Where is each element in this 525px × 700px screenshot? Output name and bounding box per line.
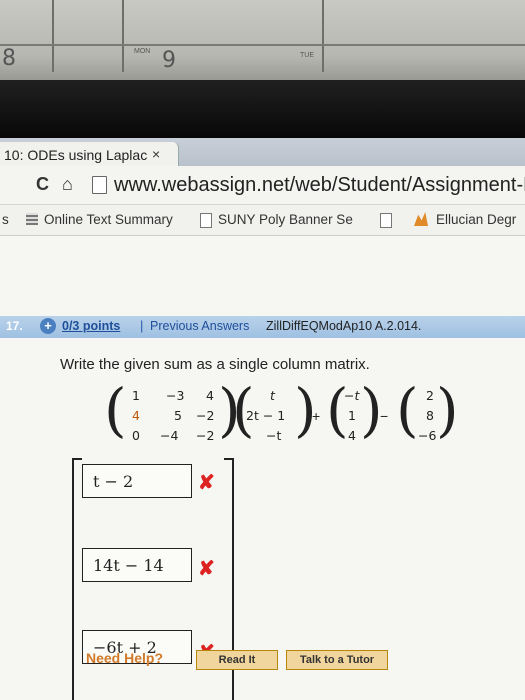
home-icon[interactable]: ⌂ <box>62 174 73 195</box>
calendar-line <box>122 0 124 72</box>
calendar-label: MON <box>134 48 151 55</box>
answer-input-1[interactable]: t − 2 <box>82 464 192 498</box>
wrong-icon: ✘ <box>198 558 215 580</box>
calendar-line <box>0 44 525 46</box>
bookmark-ellucian[interactable]: Ellucian Degr <box>436 212 516 227</box>
monitor-bezel <box>0 80 525 138</box>
close-icon[interactable]: × <box>152 146 160 162</box>
tab-webassign[interactable]: 10: ODEs using Laplac × <box>0 142 179 166</box>
matrix-cell: 0 <box>132 428 140 443</box>
vector-cell: 8 <box>426 408 434 423</box>
vector-cell: −t <box>266 428 282 443</box>
matrix-cell: −2 <box>196 428 215 443</box>
bookmark-online-text-summary[interactable]: Online Text Summary <box>44 212 173 227</box>
reload-icon[interactable]: C <box>36 174 49 195</box>
answer-value: 14t − 14 <box>93 556 164 575</box>
matrix-cell: 5 <box>174 408 182 423</box>
talk-to-tutor-button[interactable]: Talk to a Tutor <box>286 650 388 670</box>
vector-cell: 2 <box>426 388 434 403</box>
vector-cell: −6 <box>418 428 437 443</box>
matrix-cell: 1 <box>132 388 140 403</box>
matrix-cell: 4 <box>206 388 214 403</box>
left-paren: ( <box>396 376 419 444</box>
vector-cell: −t <box>344 388 360 403</box>
bookmark-suny-poly-banner[interactable]: SUNY Poly Banner Se <box>218 212 353 227</box>
bookmark-cut: s <box>2 212 9 227</box>
apps-icon <box>26 213 38 225</box>
previous-answers-link[interactable]: Previous Answers <box>150 319 249 333</box>
calendar-label: TUE <box>300 52 314 59</box>
answer-value: t − 2 <box>93 472 134 491</box>
address-bar[interactable]: www.webassign.net/web/Student/Assignment… <box>114 174 525 197</box>
answer-input-2[interactable]: 14t − 14 <box>82 548 192 582</box>
question-number: 17. <box>6 319 23 333</box>
bookmarks-bar: s Online Text Summary SUNY Poly Banner S… <box>0 205 525 236</box>
calendar-number: 9 <box>162 48 176 73</box>
separator: | <box>140 318 144 333</box>
plus-sign: + <box>312 408 321 424</box>
ellucian-icon <box>414 212 428 226</box>
tab-title: 10: ODEs using Laplac <box>4 147 148 163</box>
matrix-cell: 4 <box>132 408 140 423</box>
vector-cell: t <box>270 388 275 403</box>
wrong-icon: ✘ <box>198 472 215 494</box>
problem-id: ZillDiffEQModAp10 A.2.014. <box>266 319 422 333</box>
left-paren: ( <box>104 376 127 444</box>
right-paren: ) <box>436 376 459 444</box>
question-prompt: Write the given sum as a single column m… <box>60 356 370 373</box>
page-content: 17. + 0/3 points | Previous Answers Zill… <box>0 236 525 700</box>
tab-bar: 10: ODEs using Laplac × <box>0 138 525 166</box>
desk-calendar: 8 9 MON TUE <box>0 0 525 80</box>
points-link[interactable]: 0/3 points <box>62 319 120 333</box>
calendar-line <box>52 0 54 72</box>
calendar-line <box>322 0 324 72</box>
vector-cell: 4 <box>348 428 356 443</box>
vector-cell: 2t − 1 <box>246 408 286 423</box>
matrix-cell: −4 <box>160 428 179 443</box>
page-icon <box>200 213 212 228</box>
need-help-label: Need Help? <box>86 650 164 666</box>
page-icon <box>380 213 392 228</box>
minus-sign: − <box>380 408 389 424</box>
matrix-cell: −3 <box>166 388 185 403</box>
browser-window: 10: ODEs using Laplac × C ⌂ www.webassig… <box>0 138 525 700</box>
vector-cell: 1 <box>348 408 356 423</box>
matrix-cell: −2 <box>196 408 215 423</box>
browser-toolbar: C ⌂ www.webassign.net/web/Student/Assign… <box>0 166 525 205</box>
read-it-button[interactable]: Read It <box>196 650 278 670</box>
question-header: 17. + 0/3 points | Previous Answers Zill… <box>0 316 525 338</box>
calendar-number: 8 <box>2 46 16 71</box>
left-bracket <box>72 458 82 700</box>
expand-icon[interactable]: + <box>40 318 56 334</box>
page-icon <box>92 176 107 194</box>
